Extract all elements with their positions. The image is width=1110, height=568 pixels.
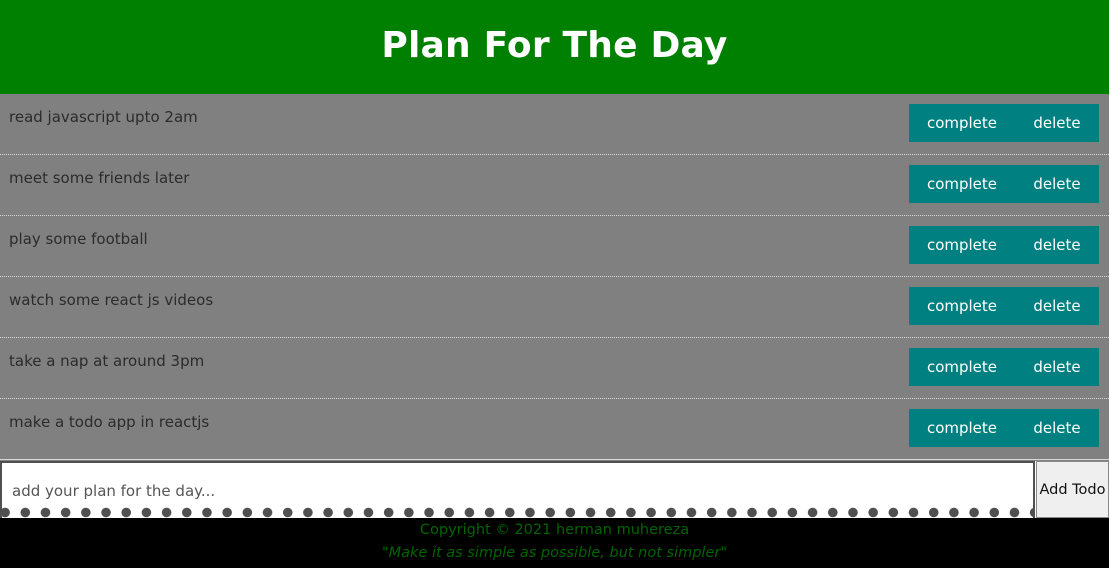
app-footer: Copyright © 2021 herman muhereza "Make i… xyxy=(0,518,1109,568)
todo-app: Plan For The Day read javascript upto 2a… xyxy=(0,0,1110,568)
todo-actions: complete delete xyxy=(909,348,1099,386)
todo-item: play some football complete delete xyxy=(0,216,1109,277)
todo-text: play some football xyxy=(9,230,148,248)
copyright-text: Copyright © 2021 herman muhereza xyxy=(419,522,690,538)
todo-actions: complete delete xyxy=(909,165,1099,203)
todo-item: meet some friends later complete delete xyxy=(0,155,1109,216)
add-todo-form: Add Todo xyxy=(0,461,1110,518)
todo-text: make a todo app in reactjs xyxy=(9,413,210,431)
todo-list: read javascript upto 2am complete delete… xyxy=(0,94,1109,461)
delete-button[interactable]: delete xyxy=(1015,226,1099,264)
todo-item: make a todo app in reactjs complete dele… xyxy=(0,399,1109,460)
quote-text: "Make it as simple as possible, but not … xyxy=(381,545,727,561)
todo-item: read javascript upto 2am complete delete xyxy=(0,94,1109,155)
delete-button[interactable]: delete xyxy=(1015,287,1099,325)
delete-button[interactable]: delete xyxy=(1015,104,1099,142)
todo-text: watch some react js videos xyxy=(9,291,214,309)
todo-item: take a nap at around 3pm complete delete xyxy=(0,338,1109,399)
todo-actions: complete delete xyxy=(909,104,1099,142)
todo-text: meet some friends later xyxy=(9,169,190,187)
todo-actions: complete delete xyxy=(909,409,1099,447)
todo-text: read javascript upto 2am xyxy=(9,108,198,126)
complete-button[interactable]: complete xyxy=(909,409,1015,447)
complete-button[interactable]: complete xyxy=(909,348,1015,386)
todo-actions: complete delete xyxy=(909,226,1099,264)
delete-button[interactable]: delete xyxy=(1015,165,1099,203)
app-header: Plan For The Day xyxy=(0,0,1109,94)
page-title: Plan For The Day xyxy=(381,24,728,66)
add-todo-button[interactable]: Add Todo xyxy=(1036,461,1109,518)
delete-button[interactable]: delete xyxy=(1015,348,1099,386)
complete-button[interactable]: complete xyxy=(909,226,1015,264)
todo-input[interactable] xyxy=(0,461,1035,518)
complete-button[interactable]: complete xyxy=(909,165,1015,203)
delete-button[interactable]: delete xyxy=(1015,409,1099,447)
todo-text: take a nap at around 3pm xyxy=(9,352,205,370)
complete-button[interactable]: complete xyxy=(909,287,1015,325)
todo-actions: complete delete xyxy=(909,287,1099,325)
complete-button[interactable]: complete xyxy=(909,104,1015,142)
todo-item: watch some react js videos complete dele… xyxy=(0,277,1109,338)
